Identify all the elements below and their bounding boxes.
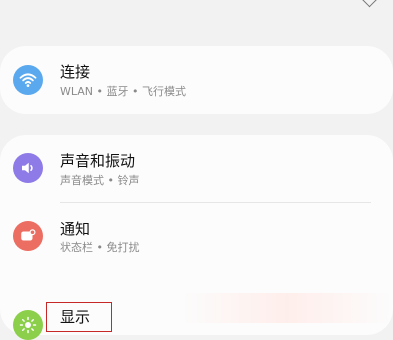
settings-item-notifications[interactable]: 通知 状态栏 • 免打扰 [0, 210, 393, 268]
highlight-box [46, 302, 112, 332]
speaker-icon [13, 153, 43, 183]
settings-item-title: 通知 [60, 220, 91, 238]
brightness-icon [13, 310, 43, 340]
settings-item-title: 连接 [60, 63, 91, 81]
settings-item-title: 声音和振动 [60, 152, 136, 170]
chevron-icon [361, 0, 378, 8]
settings-item-subtitle: 状态栏 • 免打扰 [60, 241, 140, 254]
settings-item-sound[interactable]: 声音和振动 声音模式 • 铃声 [0, 142, 393, 200]
wifi-icon [13, 65, 43, 95]
divider [60, 202, 371, 203]
settings-item-subtitle: 声音模式 • 铃声 [60, 174, 140, 187]
notification-icon [13, 221, 43, 251]
settings-item-connections[interactable]: 连接 WLAN • 蓝牙 • 飞行模式 [0, 52, 393, 108]
settings-item-subtitle: WLAN • 蓝牙 • 飞行模式 [60, 85, 186, 98]
